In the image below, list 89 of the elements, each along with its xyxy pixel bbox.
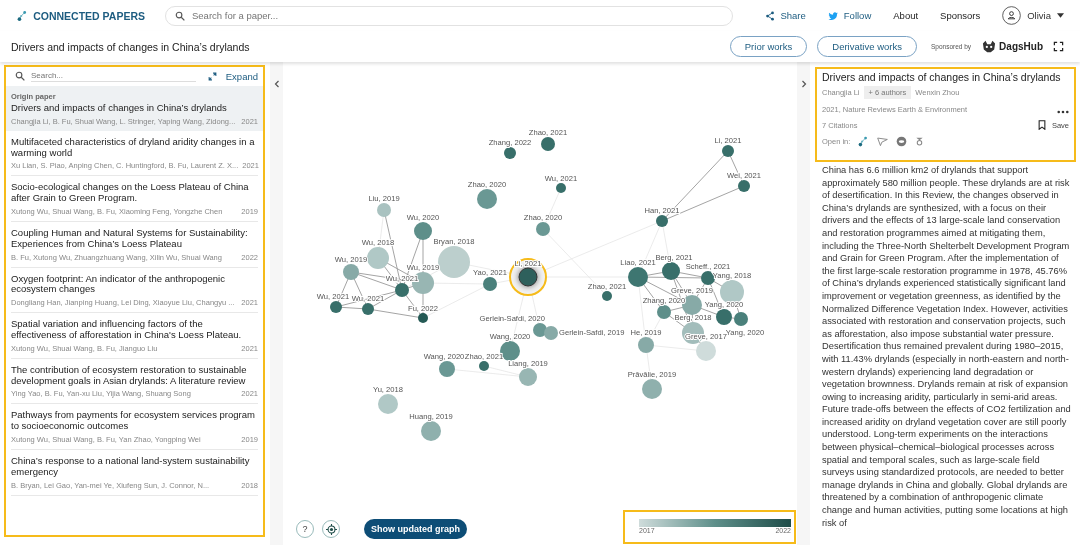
graph-node[interactable] [439,361,455,377]
paper-title: Drivers and impacts of changes in China’s drylands [11,40,251,53]
target-icon [325,523,337,535]
graph-node[interactable] [377,203,391,217]
graph-node[interactable] [544,326,558,340]
more-icon [1057,110,1069,114]
graph-node[interactable] [656,215,668,227]
open-in-link[interactable] [877,136,889,147]
paper-title: Drivers and impacts of changes in China’s drylands [11,103,228,114]
paper-title: Socio-ecological changes on the Loess Plateau of China after Grain to Green Program. [11,182,250,204]
logo-text[interactable]: CONNECTED PAPERS [33,9,145,22]
collapse-handle[interactable] [797,62,810,545]
graph-node[interactable] [533,323,547,337]
graph-node[interactable] [662,262,680,280]
graph-node[interactable] [696,341,716,361]
help-button[interactable]: ? [296,520,314,538]
graph-node[interactable] [556,183,566,193]
chevron-left-icon [273,80,280,88]
paper-title: Coupling Human and Natural Systems for Sustainability: Experiences from China’s Loess Plateau [11,228,249,250]
search-field[interactable]: Search... [31,70,196,82]
graph-node[interactable] [479,361,489,371]
paper-title: China’s response to a national land-system sustainability emergency [11,455,251,478]
graph-node[interactable] [657,305,671,319]
bookmark-icon [1037,120,1046,130]
chevron-right-icon [800,80,807,88]
open-in-link[interactable] [915,136,925,147]
graph-node[interactable] [477,189,497,209]
graph-node[interactable] [330,301,342,313]
graph-node[interactable] [701,271,715,285]
search-icon [15,71,25,81]
graph-node[interactable] [536,222,550,236]
network-icon [858,136,870,147]
scholar-icon [915,136,925,147]
graph-node[interactable] [519,368,537,386]
graph-mode-button[interactable]: Derivative works [817,36,917,57]
graph-node[interactable] [367,247,389,269]
open-in-link[interactable] [896,136,908,147]
graph-node[interactable] [378,394,398,414]
circle-icon [896,136,908,147]
paper-title: Oxygen footprint: An indicator of the anthropogenic ecosystem changes [11,273,226,296]
paper-title: Spatial variation and influencing factors of the effectiveness of afforestation in China's Loess Plateau. [11,319,243,341]
expand-link[interactable]: Expand [225,70,258,82]
graph-node[interactable] [628,267,648,287]
logo-icon [17,8,29,23]
search-icon [175,10,185,21]
fullscreen-icon [1053,41,1064,52]
bird-icon [827,10,839,21]
nav-link[interactable]: Follow [821,10,878,21]
user-icon [1002,6,1022,25]
search-field[interactable]: Search for a paper... [165,5,734,26]
nav-link[interactable]: Sponsors [934,10,987,21]
graph-node[interactable] [421,421,441,441]
graph-node[interactable] [414,222,432,240]
locate-button[interactable] [322,520,340,538]
collapse-handle[interactable] [270,62,283,545]
graph-node[interactable] [642,379,662,399]
paper-title: Pathways from payments for ecosystem services program to socioeconomic outcomes [11,410,256,432]
user-name[interactable]: Olivia [1027,10,1051,21]
open-in-link[interactable] [858,136,870,147]
graph-node[interactable] [518,267,538,287]
abstract-text: China has 6.6 million km2 of drylands that support approximately 580 million people. These drylands are at risk of desertification. In this Review, the changes observed in China’s drylands are synthesized, with a focus on their drivers and the effects of 13 large-scale land conservation and restoration programmes aimed at mitigating them, including the Three-North Shelterbelt Development Program and Grain for Green Program. After the implementation of the first large-scale restoration programme in 1978, 45.76% of China’s drylands experienced statistically significant land improvement or vegetation greenness, as identified by the Normalized Difference Vegetation Index. However, activities associated with restoration and conservation projects, such as afforestation, also impose substantial water pressure. Desertification thus remained prevalent during 1980–2015, with 11.43% drylands (especially in north-eastern and north-western drylands) experiencing land degradation or vegetation brownness. Drylands remain at risk of expansion owing to increasing aridity, particularly in semi-arid areas. Future trade-offs between the effects of CO2 fertilization and increased aridity on dryland vegetation cover are still poorly understood. Long-term experiments on the interactions between physical–chemical–biological processes across spatial and temporal scales, such as large-scale field surveys using standardized protocols, are needed to better manage drylands in China and globally. Global drylands are threatened by a combination of anthropogenic climate change and human activities, putting some locations at high risk of [822,164,1071,530]
graph-node[interactable] [738,180,750,192]
graph-node[interactable] [418,313,428,323]
expand-icon [207,71,217,81]
graph-mode-button[interactable]: Prior works [729,36,808,57]
graph-node[interactable] [541,137,555,151]
graph-node[interactable] [716,309,732,325]
graph-node[interactable] [722,145,734,157]
share-icon [765,10,776,21]
graph-node[interactable] [638,337,654,353]
graph-node[interactable] [362,303,374,315]
paper-title: Multifaceted characteristics of dryland aridity changes in a warming world [11,136,256,159]
paper-title: Drivers and impacts of changes in China’s drylands [822,71,1062,83]
sponsor-name[interactable]: DagsHub [999,41,1043,52]
nav-link[interactable]: Share [759,10,812,21]
graph-node[interactable] [602,291,612,301]
graph-node[interactable] [483,277,497,291]
pennant-icon [877,136,889,147]
graph-node[interactable] [343,264,359,280]
graph-node[interactable] [395,283,409,297]
graph-node[interactable] [438,246,470,278]
paper-title: The contribution of ecosystem restoration to sustainable development goals in Asian drylands: A literature review [11,364,248,387]
graph-node[interactable] [720,280,744,304]
graph-node[interactable] [734,312,748,326]
graph-node[interactable] [504,147,516,159]
dog-icon [981,40,998,53]
caret-icon [1057,13,1064,18]
nav-link[interactable]: About [887,10,925,21]
update-graph-button[interactable]: Show updated graph [364,519,467,539]
